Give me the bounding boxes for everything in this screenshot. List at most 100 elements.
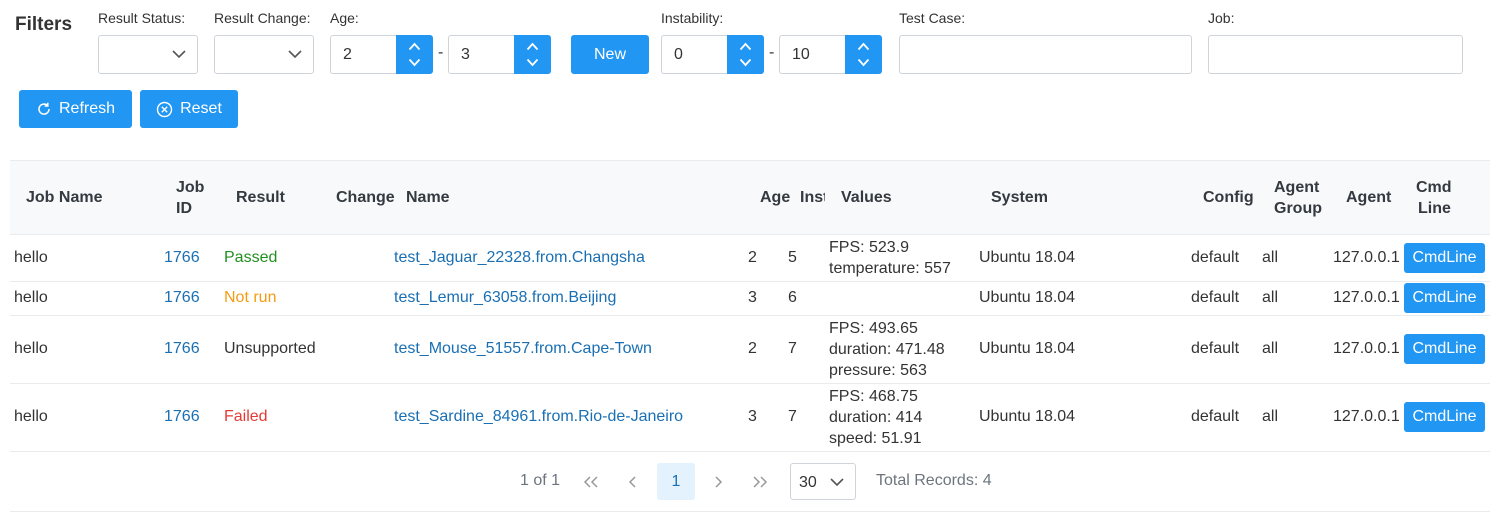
last-page-button[interactable] bbox=[752, 475, 768, 493]
cell-age: 3 bbox=[748, 408, 757, 425]
first-page-button[interactable] bbox=[583, 475, 599, 493]
col-config[interactable]: Config bbox=[1203, 187, 1254, 208]
chevron-up-icon[interactable] bbox=[408, 42, 421, 51]
col-cmdline-line1[interactable]: Cmd bbox=[1416, 177, 1452, 198]
job-label: Job: bbox=[1208, 10, 1235, 26]
chevron-down-icon bbox=[172, 50, 186, 59]
cell-result-status: Not run bbox=[224, 289, 277, 306]
chevron-down-icon bbox=[288, 50, 302, 59]
rows-per-page-value: 30 bbox=[799, 474, 817, 491]
col-age[interactable]: Age bbox=[760, 187, 790, 208]
cell-agent-group: all bbox=[1262, 249, 1279, 266]
cell-agent-group: all bbox=[1262, 340, 1279, 357]
refresh-button[interactable]: Refresh bbox=[19, 90, 132, 128]
col-job-name[interactable]: Job Name bbox=[26, 187, 102, 208]
cell-job-name: hello bbox=[14, 408, 48, 425]
col-instability[interactable]: Inst bbox=[800, 187, 825, 208]
age-min-spinner[interactable] bbox=[396, 35, 433, 74]
prev-page-button[interactable] bbox=[628, 475, 638, 493]
cell-values: FPS: 468.75 duration: 414 speed: 51.91 bbox=[829, 386, 922, 449]
cell-test-name-link[interactable]: test_Lemur_63058.from.Beijing bbox=[394, 289, 616, 307]
cmdline-button[interactable]: CmdLine bbox=[1404, 334, 1485, 364]
cell-job-id-link[interactable]: 1766 bbox=[164, 289, 200, 307]
cell-agent: 127.0.0.1 bbox=[1333, 289, 1400, 306]
col-job-id-line2[interactable]: ID bbox=[176, 198, 192, 219]
double-chevron-right-icon bbox=[753, 476, 768, 488]
cell-job-id-link[interactable]: 1766 bbox=[164, 408, 200, 426]
double-chevron-left-icon bbox=[583, 476, 598, 488]
row-divider bbox=[10, 383, 1490, 384]
col-agent[interactable]: Agent bbox=[1346, 187, 1391, 208]
cell-agent: 127.0.0.1 bbox=[1333, 249, 1400, 266]
total-records: Total Records: 4 bbox=[876, 472, 992, 489]
job-input[interactable] bbox=[1208, 35, 1463, 74]
age-label: Age: bbox=[330, 10, 359, 26]
cmdline-button[interactable]: CmdLine bbox=[1404, 243, 1485, 273]
cell-age: 2 bbox=[748, 340, 757, 357]
result-change-label: Result Change: bbox=[214, 10, 311, 26]
col-change[interactable]: Change bbox=[336, 187, 395, 208]
cell-age: 2 bbox=[748, 249, 757, 266]
cell-result-status: Passed bbox=[224, 249, 278, 266]
cell-agent: 127.0.0.1 bbox=[1333, 408, 1400, 425]
col-values[interactable]: Values bbox=[841, 187, 892, 208]
age-range-separator: - bbox=[438, 44, 444, 61]
cell-agent-group: all bbox=[1262, 289, 1279, 306]
cell-test-name-link[interactable]: test_Jaguar_22328.from.Changsha bbox=[394, 249, 645, 267]
page-button-current[interactable]: 1 bbox=[657, 463, 695, 500]
cmdline-button[interactable]: CmdLine bbox=[1404, 402, 1485, 432]
cmdline-button[interactable]: CmdLine bbox=[1404, 283, 1485, 313]
page-report: 1 of 1 bbox=[520, 472, 561, 489]
instability-range-separator: - bbox=[769, 44, 775, 61]
value-line: FPS: 493.65 bbox=[829, 320, 918, 337]
cell-instability: 7 bbox=[788, 408, 797, 425]
chevron-down-icon[interactable] bbox=[526, 58, 539, 67]
col-system[interactable]: System bbox=[991, 187, 1048, 208]
chevron-down-icon[interactable] bbox=[408, 58, 421, 67]
reset-button[interactable]: Reset bbox=[140, 90, 238, 128]
cell-system: Ubuntu 18.04 bbox=[979, 289, 1076, 306]
close-circle-icon bbox=[156, 101, 173, 117]
result-status-dropdown[interactable] bbox=[98, 35, 198, 74]
row-divider bbox=[10, 451, 1490, 452]
cell-age: 3 bbox=[748, 289, 757, 306]
rows-per-page-dropdown[interactable]: 30 bbox=[790, 463, 856, 500]
result-status-label: Result Status: bbox=[98, 10, 186, 26]
chevron-down-icon[interactable] bbox=[739, 58, 752, 67]
instability-max-input[interactable]: 10 bbox=[779, 35, 845, 74]
cell-result-status: Unsupported bbox=[224, 340, 316, 357]
cell-job-id-link[interactable]: 1766 bbox=[164, 249, 200, 267]
cell-job-id-link[interactable]: 1766 bbox=[164, 340, 200, 358]
chevron-right-icon bbox=[715, 476, 723, 488]
cell-instability: 6 bbox=[788, 289, 797, 306]
chevron-left-icon bbox=[628, 476, 636, 488]
table-header bbox=[10, 160, 1490, 235]
next-page-button[interactable] bbox=[713, 475, 723, 493]
col-cmdline-line2[interactable]: Line bbox=[1418, 198, 1451, 219]
chevron-up-icon[interactable] bbox=[857, 42, 870, 51]
chevron-up-icon[interactable] bbox=[526, 42, 539, 51]
new-button[interactable]: New bbox=[571, 35, 649, 74]
age-min-input[interactable]: 2 bbox=[330, 35, 396, 74]
col-job-id-line1[interactable]: Job bbox=[176, 177, 204, 198]
instability-min-spinner[interactable] bbox=[727, 35, 764, 74]
value-line: duration: 471.48 bbox=[829, 341, 945, 358]
cell-test-name-link[interactable]: test_Mouse_51557.from.Cape-Town bbox=[394, 340, 652, 358]
cell-test-name-link[interactable]: test_Sardine_84961.from.Rio-de-Janeiro bbox=[394, 408, 683, 426]
age-max-spinner[interactable] bbox=[514, 35, 551, 74]
test-case-input[interactable] bbox=[899, 35, 1192, 74]
cell-values: FPS: 493.65 duration: 471.48 pressure: 5… bbox=[829, 318, 945, 381]
age-max-input[interactable]: 3 bbox=[448, 35, 514, 74]
instability-min-input[interactable]: 0 bbox=[661, 35, 727, 74]
result-change-dropdown[interactable] bbox=[214, 35, 314, 74]
chevron-down-icon[interactable] bbox=[857, 58, 870, 67]
col-name[interactable]: Name bbox=[406, 187, 450, 208]
cell-system: Ubuntu 18.04 bbox=[979, 249, 1076, 266]
col-agent-group-line1[interactable]: Agent bbox=[1274, 177, 1319, 198]
chevron-up-icon[interactable] bbox=[739, 42, 752, 51]
cell-job-name: hello bbox=[14, 249, 48, 266]
col-result[interactable]: Result bbox=[236, 187, 285, 208]
cell-job-name: hello bbox=[14, 289, 48, 306]
instability-max-spinner[interactable] bbox=[845, 35, 882, 74]
col-agent-group-line2[interactable]: Group bbox=[1274, 198, 1322, 219]
